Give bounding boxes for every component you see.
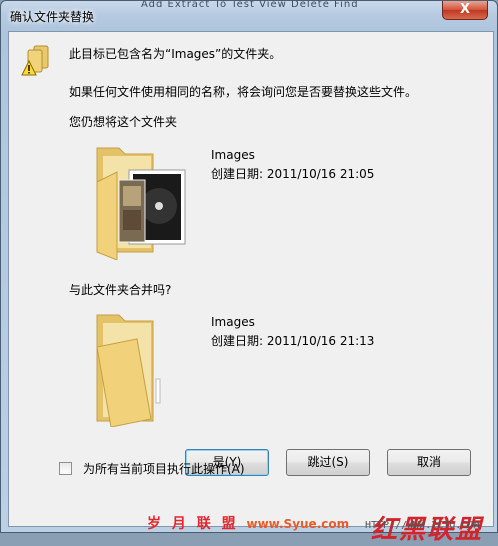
watermark-url: HTTP://WWW.2CTO.COM bbox=[365, 520, 480, 531]
cancel-button[interactable]: 取消 bbox=[387, 449, 471, 476]
message-line-2: 如果任何文件使用相同的名称，将会询问您是否要替换这些文件。 bbox=[69, 85, 418, 99]
message-line-3: 您仍想将这个文件夹 bbox=[69, 115, 178, 129]
close-icon: X bbox=[459, 2, 471, 17]
folder-warning-icon bbox=[21, 45, 49, 76]
existing-folder-name: Images bbox=[211, 148, 255, 162]
new-folder-date: 创建日期: 2011/10/16 21:13 bbox=[211, 334, 375, 348]
skip-button[interactable]: 跳过(S) bbox=[286, 449, 370, 476]
existing-folder-icon bbox=[96, 147, 186, 260]
new-folder-icon bbox=[96, 314, 161, 427]
apply-all-label[interactable]: 为所有当前项目执行此操作(A) bbox=[83, 460, 245, 477]
message-line-1: 此目标已包含名为“Images”的文件夹。 bbox=[69, 47, 282, 61]
new-folder-name: Images bbox=[211, 315, 255, 329]
watermark-site-cn: 岁 月 联 盟 bbox=[147, 516, 239, 532]
existing-folder-date: 创建日期: 2011/10/16 21:05 bbox=[211, 167, 375, 181]
window-title: 确认文件夹替换 bbox=[10, 10, 95, 24]
dialog-content: 此目标已包含名为“Images”的文件夹。 如果任何文件使用相同的名称，将会询问… bbox=[8, 31, 494, 527]
background-toolbar-strip: Add Extract To Test View Delete Find bbox=[141, 1, 359, 9]
watermark-site: 岁 月 联 盟 www.Syue.com bbox=[147, 513, 349, 533]
close-button[interactable]: X bbox=[442, 1, 488, 20]
apply-all-checkbox[interactable] bbox=[59, 462, 72, 475]
merge-question: 与此文件夹合并吗? bbox=[69, 283, 172, 297]
dialog-window: Add Extract To Test View Delete Find 确认文… bbox=[0, 0, 498, 545]
watermark-site-url: www.Syue.com bbox=[246, 517, 350, 531]
